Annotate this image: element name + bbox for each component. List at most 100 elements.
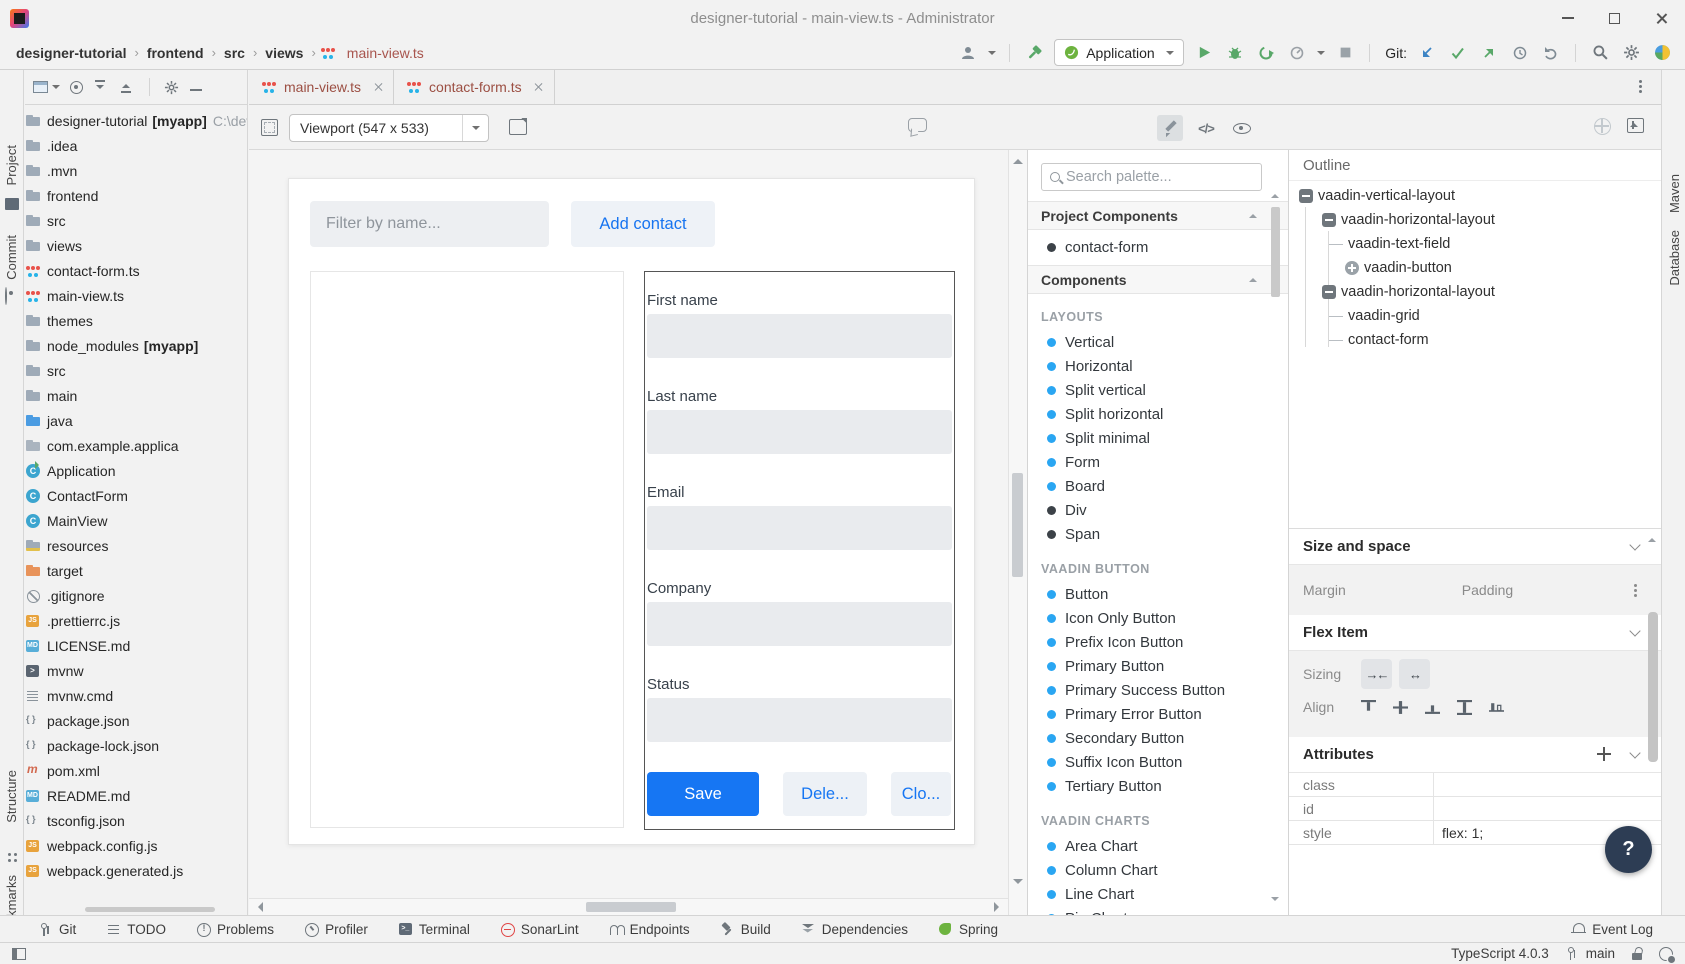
palette-scroll-thumb[interactable] (1271, 207, 1280, 297)
delete-button[interactable]: Dele... (783, 772, 867, 816)
debug-button[interactable] (1224, 42, 1246, 64)
tool-window-button[interactable]: TODO (106, 922, 166, 937)
outline-row[interactable]: vaadin-vertical-layout (1289, 184, 1661, 208)
tree-row[interactable]: main (25, 383, 247, 408)
tool-window-button[interactable]: Spring (938, 922, 998, 937)
tree-row[interactable]: java (25, 408, 247, 433)
close-form-button[interactable]: Clo... (891, 772, 951, 816)
more-options-icon[interactable] (1634, 584, 1637, 587)
hide-panel-icon[interactable] (190, 89, 202, 91)
palette-item[interactable]: Line Chart (1028, 882, 1288, 906)
tree-row[interactable]: .idea (25, 133, 247, 158)
lock-icon[interactable] (1631, 947, 1643, 961)
rotate-viewport-icon[interactable] (509, 119, 527, 135)
palette-item[interactable]: Split minimal (1028, 426, 1288, 450)
tree-row[interactable]: mvnw.cmd (25, 683, 247, 708)
preview-mode-button[interactable] (1229, 115, 1255, 141)
comment-bubble-icon[interactable] (908, 118, 927, 132)
breadcrumb-item[interactable]: designer-tutorial (12, 45, 130, 61)
field-input[interactable] (647, 314, 952, 358)
tree-row[interactable]: views (25, 233, 247, 258)
tree-row[interactable]: contact-form.ts (25, 258, 247, 283)
editor-tab[interactable]: contact-form.ts (394, 70, 555, 104)
outline-node-icon[interactable] (1329, 244, 1343, 245)
editor-tab[interactable]: main-view.ts (249, 70, 394, 104)
scroll-down-icon[interactable] (1271, 897, 1279, 905)
user-profile-button[interactable] (957, 42, 979, 64)
maximize-button[interactable] (1591, 0, 1638, 36)
event-log-button[interactable]: Event Log (1571, 922, 1653, 937)
ide-sphere-button[interactable] (1651, 42, 1673, 64)
shrink-button[interactable]: →← (1361, 659, 1392, 689)
tool-window-button[interactable]: Profiler (304, 922, 368, 937)
form-field-group[interactable]: Company (647, 580, 952, 646)
outline-row[interactable]: vaadin-text-field (1289, 232, 1661, 256)
tool-window-button[interactable]: Terminal (398, 922, 470, 937)
code-view-button[interactable]: </> (1193, 115, 1219, 141)
palette-item[interactable]: Primary Button (1028, 654, 1288, 678)
tree-row[interactable]: .mvn (25, 158, 247, 183)
git-branch-widget[interactable]: main (1565, 946, 1615, 961)
git-commit-button[interactable] (1447, 42, 1469, 64)
viewport-size-select[interactable]: Viewport (547 x 533) (289, 114, 489, 142)
maven-stripe-button[interactable]: Maven (1667, 174, 1682, 213)
align-baseline-text-icon[interactable] (1489, 700, 1504, 715)
scroll-down-icon[interactable] (1013, 879, 1023, 889)
add-attribute-icon[interactable] (1597, 747, 1611, 761)
outline-node-icon[interactable] (1322, 213, 1336, 227)
profiler-button[interactable] (1286, 42, 1308, 64)
size-space-section-header[interactable]: Size and space (1289, 529, 1661, 565)
tree-row[interactable]: frontend (25, 183, 247, 208)
outline-node-icon[interactable] (1329, 340, 1343, 341)
outline-row[interactable]: contact-form (1289, 328, 1661, 352)
align-baseline-icon[interactable] (1425, 700, 1440, 715)
flex-item-section-header[interactable]: Flex Item (1289, 615, 1661, 651)
tab-close-icon[interactable] (534, 82, 544, 92)
breadcrumb-file[interactable]: main-view.ts (320, 45, 424, 61)
tree-row[interactable]: .prettierrc.js (25, 608, 247, 633)
run-configuration-select[interactable]: Application (1054, 39, 1184, 66)
palette-search-input[interactable] (1066, 169, 1253, 185)
collapse-all-icon[interactable] (119, 80, 135, 94)
locate-file-icon[interactable] (70, 81, 83, 94)
scroll-up-icon[interactable] (1648, 534, 1656, 542)
collapse-up-icon[interactable] (1249, 274, 1257, 282)
tree-row[interactable]: webpack.generated.js (25, 858, 247, 879)
outline-node-icon[interactable] (1299, 189, 1313, 203)
palette-item[interactable]: Form (1028, 450, 1288, 474)
search-everywhere-button[interactable] (1589, 42, 1611, 64)
palette-item[interactable]: Horizontal (1028, 354, 1288, 378)
tree-row[interactable]: com.example.applica (25, 433, 247, 458)
close-button[interactable] (1638, 0, 1685, 36)
structure-stripe-button[interactable]: Structure (4, 770, 19, 823)
canvas-vscrollbar[interactable] (1008, 150, 1027, 915)
tree-row[interactable]: README.md (25, 783, 247, 808)
palette-item[interactable]: Icon Only Button (1028, 606, 1288, 630)
typescript-version[interactable]: TypeScript 4.0.3 (1451, 946, 1549, 961)
database-stripe-button[interactable]: Database (1667, 230, 1682, 286)
settings-button[interactable] (1620, 42, 1642, 64)
padding-label[interactable]: Padding (1462, 582, 1513, 598)
local-history-button[interactable] (1509, 42, 1531, 64)
scroll-up-icon[interactable] (1271, 190, 1279, 198)
chevron-down-icon[interactable] (52, 85, 60, 93)
form-field-group[interactable]: Email (647, 484, 952, 550)
tree-row[interactable]: pom.xml (25, 758, 247, 783)
project-view-mode-icon[interactable] (33, 81, 48, 93)
outline-row[interactable]: vaadin-horizontal-layout (1289, 280, 1661, 304)
palette-item[interactable]: Div (1028, 498, 1288, 522)
project-tree-hscrollbar[interactable] (85, 907, 215, 912)
rollback-button[interactable] (1540, 42, 1562, 64)
tree-row[interactable]: mvnw (25, 658, 247, 683)
field-input[interactable] (647, 698, 952, 742)
align-top-icon[interactable] (1361, 700, 1376, 715)
contacts-grid[interactable] (310, 271, 624, 828)
tree-row[interactable]: themes (25, 308, 247, 333)
outline-row[interactable]: vaadin-button (1289, 256, 1661, 280)
git-push-button[interactable] (1478, 42, 1500, 64)
field-input[interactable] (647, 410, 952, 454)
palette-search[interactable] (1041, 163, 1262, 191)
hscroll-thumb[interactable] (586, 902, 676, 912)
tree-row[interactable]: ContactForm (25, 483, 247, 508)
palette-item[interactable]: Vertical (1028, 330, 1288, 354)
